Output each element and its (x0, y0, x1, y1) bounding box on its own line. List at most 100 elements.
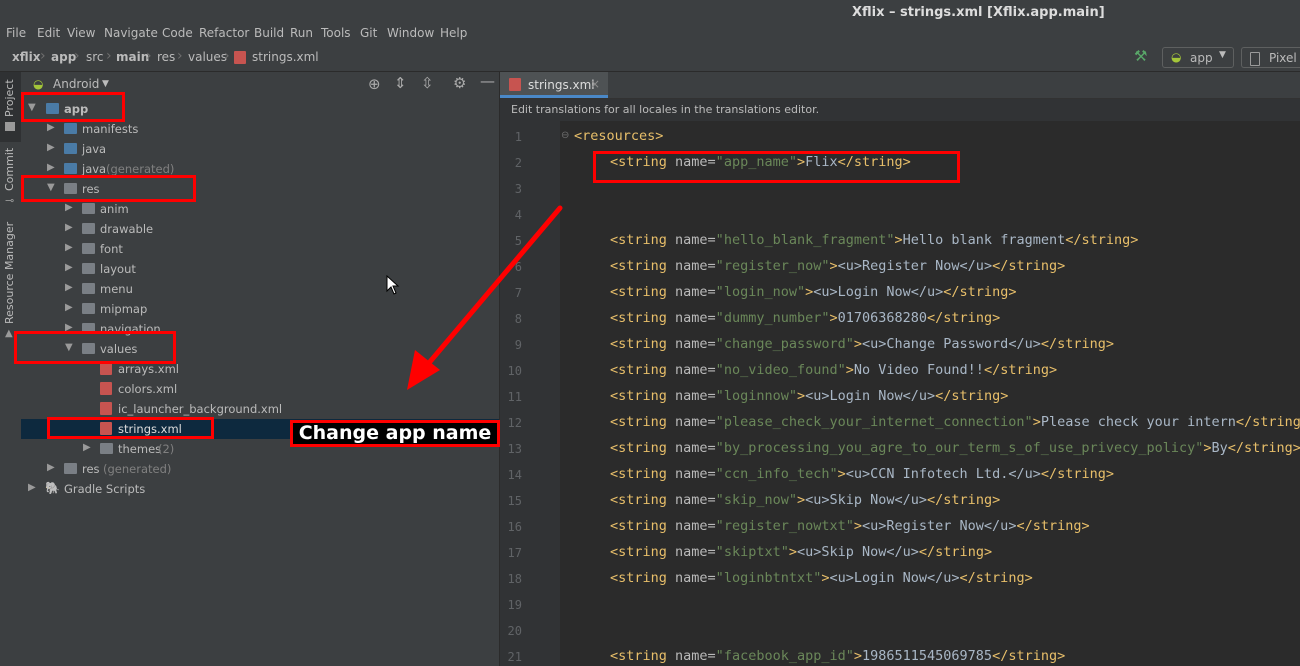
code-line: <string name="loginnow"><u>Login Now</u>… (610, 388, 1008, 404)
chevron-right-icon[interactable]: ▶ (65, 202, 73, 213)
chevron-right-icon[interactable]: ▶ (47, 122, 55, 133)
xml-syntax: </string> (927, 492, 1001, 508)
xml-syntax: </string> (927, 310, 1001, 326)
xml-syntax: name= (675, 388, 716, 404)
breadcrumb-project[interactable]: xflix (12, 50, 41, 64)
menu-navigate[interactable]: Navigate (104, 26, 158, 40)
chevron-right-icon[interactable]: ▶ (83, 442, 91, 453)
xml-syntax: " (715, 544, 724, 560)
chevron-down-icon: ▼ (1219, 50, 1226, 60)
breadcrumb-src[interactable]: src (86, 50, 104, 64)
chevron-right-icon[interactable]: ▶ (65, 302, 73, 313)
code-line: <string name="please_check_your_internet… (610, 414, 1300, 430)
minimize-icon[interactable]: — (480, 72, 495, 90)
menu-build[interactable]: Build (254, 26, 284, 40)
title-bar: Xflix – strings.xml [Xflix.app.main] (0, 0, 1300, 24)
folder-icon (64, 143, 77, 154)
annotation-label: Change app name (290, 420, 500, 447)
xml-syntax: <string (610, 414, 676, 430)
menu-refactor[interactable]: Refactor (199, 26, 249, 40)
collapse-all-icon[interactable]: ⇳ (421, 74, 434, 92)
code-line: <string name="loginbtntxt"><u>Login Now<… (610, 570, 1033, 586)
breadcrumb-values[interactable]: values (188, 50, 227, 64)
xml-syntax: <string (610, 362, 676, 378)
code-line: <string name="facebook_app_id">198651154… (610, 648, 1065, 664)
tree-item-res-generated[interactable]: ▶ res (generated) (21, 459, 499, 479)
code-area[interactable]: <resources> <string name="app_name">Flix<… (500, 121, 1300, 666)
expand-all-icon[interactable]: ⇕ (394, 74, 407, 92)
xml-syntax: <string (610, 544, 676, 560)
string-name: please_check_your_internet_connection (723, 414, 1025, 430)
gear-icon[interactable]: ⚙ (453, 74, 466, 92)
chevron-right-icon[interactable]: ▶ (28, 482, 36, 493)
xml-syntax: > (853, 518, 863, 534)
chevron-right-icon[interactable]: ▶ (47, 142, 55, 153)
xml-syntax: > (853, 648, 863, 664)
breadcrumb: xflix › app › src › main › res › values … (0, 45, 1300, 72)
xml-syntax: <string (610, 310, 676, 326)
run-config-dropdown[interactable]: ◒ app ▼ (1162, 47, 1234, 68)
xml-syntax: name= (675, 648, 716, 664)
tree-item-java[interactable]: ▶ java (21, 139, 499, 159)
chevron-right-icon[interactable]: ▶ (65, 282, 73, 293)
hammer-icon[interactable]: ⚒ (1134, 47, 1147, 65)
device-dropdown[interactable]: Pixel 2 (1241, 47, 1300, 68)
xml-syntax: </string> (1040, 466, 1114, 482)
breadcrumb-module[interactable]: app (51, 50, 76, 64)
chevron-right-icon[interactable]: ▶ (65, 222, 73, 233)
chevron-right-icon[interactable]: ▶ (65, 242, 73, 253)
highlight-box-res (21, 175, 196, 202)
breadcrumb-file[interactable]: strings.xml (252, 50, 319, 64)
locate-icon[interactable]: ⊕ (368, 75, 381, 93)
close-icon[interactable]: × (590, 77, 600, 91)
breadcrumb-res[interactable]: res (157, 50, 175, 64)
chevron-right-icon[interactable]: ▶ (65, 262, 73, 273)
xml-syntax: name= (675, 492, 716, 508)
menu-run[interactable]: Run (290, 26, 313, 40)
xml-syntax: " (715, 518, 724, 534)
breadcrumb-main[interactable]: main (116, 50, 149, 64)
menu-code[interactable]: Code (162, 26, 193, 40)
code-line: <string name="by_processing_you_agre_to_… (610, 440, 1300, 456)
xml-syntax: name= (675, 518, 716, 534)
tab-commit[interactable]: Commit (3, 148, 16, 191)
xml-syntax: " (715, 492, 724, 508)
chevron-right-icon[interactable]: ▶ (47, 162, 55, 173)
string-name: hello_blank_fragment (723, 232, 887, 248)
xml-syntax: name= (675, 284, 716, 300)
code-line: <string name="skip_now"><u>Skip Now</u><… (610, 492, 1000, 508)
chevron-right-icon: › (106, 48, 112, 64)
menu-help[interactable]: Help (440, 26, 467, 40)
tree-item-hint: (2) (158, 442, 175, 456)
tree-item-ic-launcher-background-xml[interactable]: ic_launcher_background.xml (21, 399, 499, 419)
tree-item-label: menu (100, 282, 133, 296)
tree-item-gradle-scripts[interactable]: ▶ 🐘 Gradle Scripts (21, 479, 499, 499)
menu-window[interactable]: Window (387, 26, 434, 40)
string-value: 1986511545069785 (862, 648, 993, 664)
xml-syntax: <string (610, 388, 676, 404)
tab-resource-manager[interactable]: Resource Manager (3, 222, 16, 324)
chevron-right-icon: › (74, 48, 80, 64)
menu-edit[interactable]: Edit (37, 26, 60, 40)
menu-bar: File Edit View Navigate Code Refactor Bu… (0, 24, 1300, 45)
chevron-down-icon[interactable]: ▼ (102, 79, 109, 89)
highlight-box-app (21, 92, 125, 122)
menu-git[interactable]: Git (360, 26, 377, 40)
xml-syntax: </string> (1065, 232, 1139, 248)
menu-view[interactable]: View (67, 26, 95, 40)
xml-syntax: name= (675, 258, 716, 274)
chevron-right-icon[interactable]: ▶ (47, 462, 55, 473)
string-name: register_nowtxt (723, 518, 846, 534)
xml-syntax: > (894, 232, 903, 248)
xml-syntax: " (821, 310, 830, 326)
xml-tag: <resources> (574, 128, 664, 144)
tab-strings-xml[interactable]: strings.xml × (500, 72, 608, 98)
tab-project[interactable]: Project (3, 79, 16, 117)
menu-tools[interactable]: Tools (321, 26, 351, 40)
project-view-selector[interactable]: Android (53, 77, 99, 91)
xml-syntax: </string> (1235, 414, 1300, 430)
xml-syntax: " (715, 570, 724, 586)
tree-item-manifests[interactable]: ▶ manifests (21, 119, 499, 139)
menu-file[interactable]: File (6, 26, 26, 40)
device-label: Pixel 2 (1269, 51, 1300, 65)
